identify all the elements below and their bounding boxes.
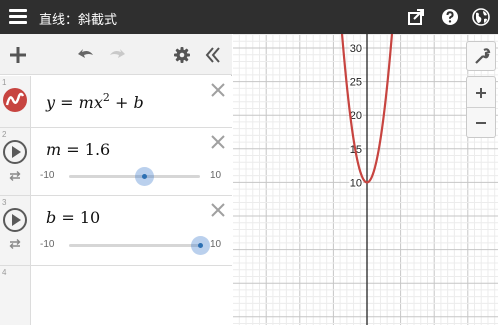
expression-panel: 1 y = mx2 + b 2 m = 1.6 -10 10 3 b = 10 … <box>0 34 232 325</box>
share-icon[interactable] <box>407 8 425 26</box>
expression-gutter: 4 <box>0 266 31 325</box>
slider-thumb[interactable] <box>135 167 155 186</box>
slider-thumb[interactable] <box>190 236 210 255</box>
loop-icon[interactable] <box>8 170 22 182</box>
expression-number: 2 <box>2 130 7 139</box>
collapse-icon[interactable] <box>203 45 223 65</box>
expression-number: 1 <box>2 78 7 87</box>
slider-track[interactable] <box>69 244 200 247</box>
globe-icon[interactable] <box>472 8 490 26</box>
graph-svg: 3025201510 <box>233 34 498 325</box>
play-icon[interactable] <box>3 140 27 164</box>
formula-plus: + <box>114 93 129 112</box>
expression-number: 3 <box>2 198 7 207</box>
expression-row-4[interactable]: 4 <box>0 266 232 325</box>
delete-expression-icon[interactable] <box>210 202 226 218</box>
graph-title: 直线：斜截式 <box>39 13 118 28</box>
slider-max[interactable]: 10 <box>210 239 221 250</box>
loop-icon[interactable] <box>8 238 22 250</box>
y-tick-label: 10 <box>350 177 362 189</box>
slider-formula[interactable]: m = 1.6 <box>46 140 110 159</box>
expression-gutter: 3 <box>0 196 31 265</box>
graph-canvas[interactable]: 30 25 20 15 10 <box>233 34 498 325</box>
add-icon[interactable] <box>8 45 28 65</box>
zoom-button-group <box>466 76 496 138</box>
slider-b: -10 10 <box>36 235 232 255</box>
slider-max[interactable]: 10 <box>210 170 221 181</box>
y-tick-label: 30 <box>350 43 362 55</box>
zoom-in-icon[interactable] <box>467 78 495 108</box>
formula-equals: = <box>61 208 75 227</box>
expression-formula[interactable]: y = mx2 + b <box>46 91 144 112</box>
delete-expression-icon[interactable] <box>210 134 226 150</box>
formula-m: m <box>78 93 94 112</box>
menu-icon[interactable] <box>9 9 27 25</box>
curve-color-icon[interactable] <box>2 87 28 113</box>
slider-formula[interactable]: b = 10 <box>46 208 100 227</box>
top-bar: 直线：斜截式 <box>0 0 498 34</box>
formula-equals: = <box>66 140 80 159</box>
wrench-icon[interactable] <box>467 42 495 72</box>
help-icon[interactable] <box>441 8 459 26</box>
slider-m: -10 10 <box>36 166 232 186</box>
slider-variable: b <box>46 208 57 227</box>
formula-equals: = <box>60 93 74 112</box>
expression-row-3[interactable]: 3 b = 10 -10 10 <box>0 196 232 266</box>
formula-b: b <box>133 93 144 112</box>
expression-toolbar <box>0 34 232 75</box>
delete-expression-icon[interactable] <box>210 82 226 98</box>
expression-gutter: 2 <box>0 128 31 195</box>
gear-icon[interactable] <box>172 45 192 65</box>
formula-x: x <box>93 93 103 112</box>
redo-icon[interactable] <box>107 45 127 65</box>
expression-number: 4 <box>2 268 7 277</box>
slider-value[interactable]: 1.6 <box>85 140 110 159</box>
expression-row-2[interactable]: 2 m = 1.6 -10 10 <box>0 128 232 196</box>
formula-lhs: y <box>46 93 56 112</box>
y-tick-label: 25 <box>350 77 362 89</box>
slider-variable: m <box>46 140 62 159</box>
play-icon[interactable] <box>3 208 27 232</box>
expression-gutter: 1 <box>0 76 31 127</box>
formula-exponent: 2 <box>102 91 110 104</box>
expression-row-1[interactable]: 1 y = mx2 + b <box>0 76 232 128</box>
undo-icon[interactable] <box>76 45 96 65</box>
slider-min[interactable]: -10 <box>40 239 54 250</box>
slider-min[interactable]: -10 <box>40 170 54 181</box>
settings-button-group <box>466 41 496 71</box>
zoom-out-icon[interactable] <box>467 108 495 138</box>
slider-value[interactable]: 10 <box>80 208 100 227</box>
